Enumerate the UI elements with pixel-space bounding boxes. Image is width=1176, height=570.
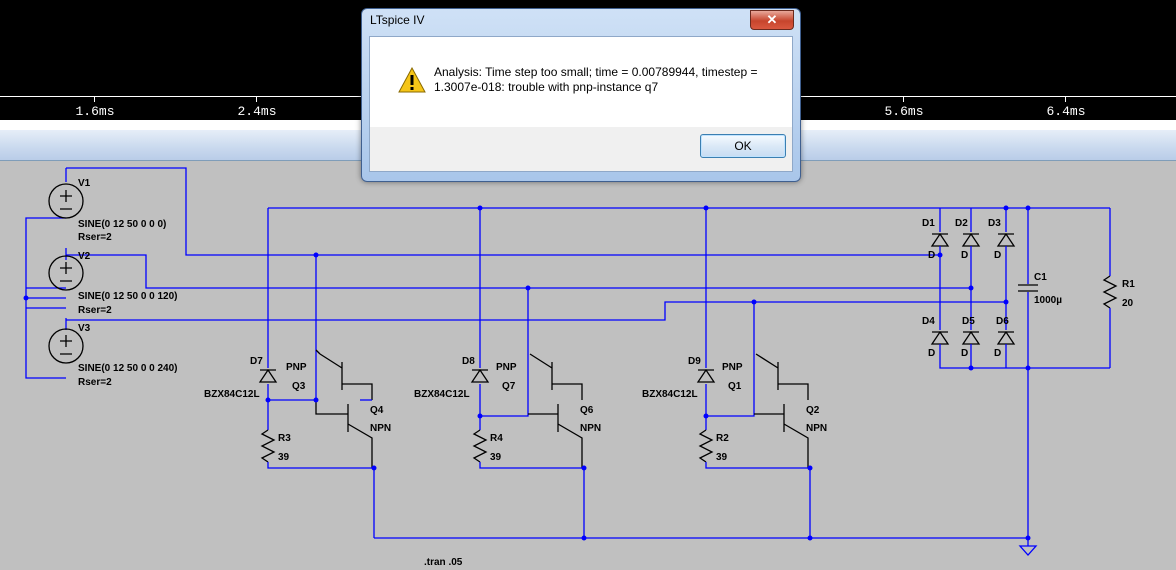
source-wiring [25,167,1006,379]
diode-name: D2 [955,218,968,229]
junction-dot [581,465,587,471]
npn-type: NPN [370,423,391,434]
tick-mark [94,96,95,102]
zener-name: D9 [688,356,701,367]
spice-directive[interactable]: .tran .05 [424,557,463,568]
resistor-value: 39 [278,452,290,463]
junction-dot [1003,205,1009,211]
tick-label: 5.6ms [884,104,924,119]
junction-dot [937,252,943,258]
tick-mark [903,96,904,102]
source-name: V1 [78,178,91,189]
source-rser: Rser=2 [78,305,112,316]
resistor-r1[interactable] [1102,208,1118,368]
dialog-footer: OK [369,127,793,172]
dialog-title: LTspice IV [370,13,425,27]
zener-name: D8 [462,356,475,367]
junction-dot [968,365,974,371]
supply-rails [268,207,1110,546]
resistor-value: 39 [490,452,502,463]
tick-label: 1.6ms [75,104,115,119]
resistor-name: R4 [490,433,503,444]
diode-model: D [994,250,1001,261]
source-v3[interactable] [48,328,84,364]
capacitor-c1[interactable] [1018,208,1038,538]
stage-1[interactable] [258,208,375,538]
stage-3[interactable] [696,208,811,538]
pnp-type: PNP [286,362,307,373]
diode-name: D6 [996,316,1009,327]
zener-name: D7 [250,356,263,367]
tick-label: 6.4ms [1046,104,1086,119]
source-value: SINE(0 12 50 0 0 120) [78,291,178,302]
dialog-body: Analysis: Time step too small; time = 0.… [369,36,793,128]
diode-model: D [994,348,1001,359]
source-value: SINE(0 12 50 0 0 0) [78,219,166,230]
diode-name: D5 [962,316,975,327]
warning-icon [398,67,426,93]
zener-model: BZX84C12L [414,389,470,400]
diode-name: D3 [988,218,1001,229]
diode-model: D [928,250,935,261]
capacitor-value: 1000µ [1034,295,1062,306]
pnp-name: Q7 [502,381,516,392]
source-name: V2 [78,251,91,262]
junction-dot [371,465,377,471]
junction-dot [313,252,319,258]
diode-model: D [961,348,968,359]
resistor-name: R1 [1122,279,1135,290]
diode-model: D [961,250,968,261]
junction-dot [23,295,29,301]
tick-mark [256,96,257,102]
junction-dot [968,285,974,291]
ground-symbol [1018,545,1038,556]
source-rser: Rser=2 [78,377,112,388]
close-button[interactable]: ✕ [750,10,794,30]
npn-name: Q6 [580,405,594,416]
resistor-name: R2 [716,433,729,444]
junction-dot [1003,299,1009,305]
pnp-type: PNP [722,362,743,373]
junction-dot [313,397,319,403]
zener-model: BZX84C12L [642,389,698,400]
diode-model: D [928,348,935,359]
source-name: V3 [78,323,91,334]
tick-mark [1065,96,1066,102]
junction-dot [807,465,813,471]
pnp-type: PNP [496,362,517,373]
npn-name: Q2 [806,405,820,416]
npn-type: NPN [806,423,827,434]
npn-type: NPN [580,423,601,434]
resistor-value: 20 [1122,298,1134,309]
diode-name: D4 [922,316,935,327]
zener-model: BZX84C12L [204,389,260,400]
junction-dot [477,413,483,419]
junction-dot [703,413,709,419]
stage-2[interactable] [470,208,585,538]
pnp-name: Q1 [728,381,742,392]
npn-name: Q4 [370,405,384,416]
junction-dot [525,285,531,291]
resistor-name: R3 [278,433,291,444]
tick-label: 2.4ms [237,104,277,119]
source-v1[interactable] [48,183,84,219]
diode-name: D1 [922,218,935,229]
source-rser: Rser=2 [78,232,112,243]
resistor-value: 39 [716,452,728,463]
dialog-message: Analysis: Time step too small; time = 0.… [434,65,758,94]
ok-button[interactable]: OK [700,134,786,158]
error-dialog: LTspice IV ✕ Analysis: Time step too sma… [361,8,801,182]
schematic-canvas[interactable]: V1 SINE(0 12 50 0 0 0) Rser=2 V2 SINE(0 … [0,160,1176,570]
source-value: SINE(0 12 50 0 0 240) [78,363,178,374]
pnp-name: Q3 [292,381,306,392]
junction-dot [265,397,271,403]
junction-dot [751,299,757,305]
capacitor-name: C1 [1034,272,1047,283]
